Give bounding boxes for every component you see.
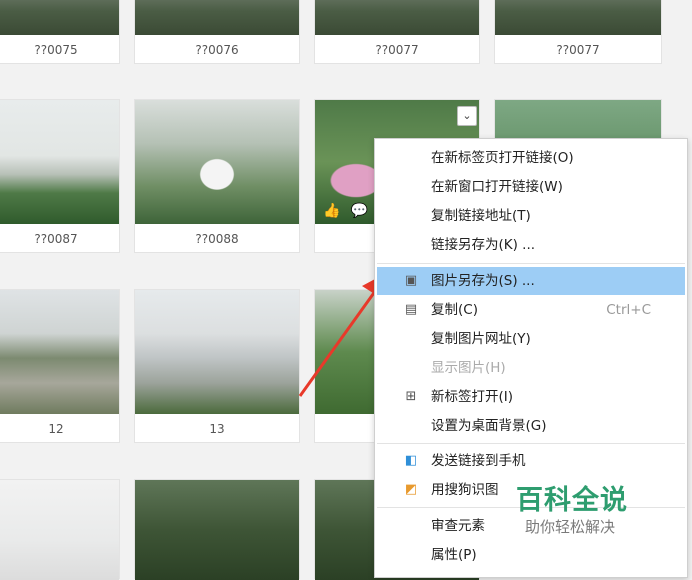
thumbnail-image[interactable] <box>135 290 299 414</box>
menu-item-label: 在新标签页打开链接(O) <box>431 150 574 166</box>
thumbnail-card[interactable]: ??0087 <box>0 99 120 253</box>
menu-item-save-image-as[interactable]: ▣ 图片另存为(S) ... <box>377 267 685 295</box>
menu-item-send-to-phone[interactable]: ◧ 发送链接到手机 <box>377 447 685 475</box>
menu-item-open-new-tab[interactable]: 在新标签页打开链接(O) <box>377 144 685 172</box>
menu-item-label: 图片另存为(S) ... <box>431 273 535 289</box>
menu-item-label: 设置为桌面背景(G) <box>431 418 547 434</box>
menu-item-copy-link[interactable]: 复制链接地址(T) <box>377 202 685 230</box>
thumbnail-image[interactable] <box>0 0 119 35</box>
menu-item-properties[interactable]: 属性(P) <box>377 541 685 569</box>
thumbnail-image[interactable] <box>495 0 661 35</box>
menu-item-label: 属性(P) <box>431 547 477 563</box>
copy-icon: ▤ <box>404 302 418 317</box>
new-tab-icon: ⊞ <box>405 389 417 404</box>
menu-item-label: 链接另存为(K) ... <box>431 237 536 253</box>
chevron-down-icon[interactable]: ⌄ <box>457 106 477 126</box>
menu-item-label: 新标签打开(I) <box>431 389 514 405</box>
menu-item-save-link-as[interactable]: 链接另存为(K) ... <box>377 231 685 259</box>
thumbnail-card[interactable]: ??0077 <box>494 0 662 64</box>
save-image-icon: ▣ <box>404 273 418 288</box>
thumbnail-image[interactable] <box>135 480 299 580</box>
like-icon[interactable]: 👍 <box>323 203 340 219</box>
thumbnail-caption: ??0076 <box>195 43 239 57</box>
menu-item-label: 复制链接地址(T) <box>431 208 531 224</box>
menu-item-open-new-window[interactable]: 在新窗口打开链接(W) <box>377 173 685 201</box>
thumbnail-caption: 13 <box>209 422 225 436</box>
menu-item-label: 复制图片网址(Y) <box>431 331 531 347</box>
thumbnail-image[interactable] <box>0 480 119 580</box>
comment-icon[interactable]: 💬 <box>350 203 367 219</box>
thumbnail-card[interactable]: 13 <box>134 289 300 443</box>
menu-item-copy-image-url[interactable]: 复制图片网址(Y) <box>377 325 685 353</box>
menu-item-label: 用搜狗识图 <box>431 482 499 498</box>
thumbnail-card[interactable]: ??0088 <box>134 99 300 253</box>
menu-item-label: 审查元素 <box>431 518 485 534</box>
menu-item-set-wallpaper[interactable]: 设置为桌面背景(G) <box>377 412 685 440</box>
thumbnail-caption: ??0077 <box>556 43 600 57</box>
thumbnail-caption: ??0077 <box>375 43 419 57</box>
phone-icon: ◧ <box>404 453 418 468</box>
thumbnail-card[interactable] <box>134 479 300 580</box>
menu-item-label: 在新窗口打开链接(W) <box>431 179 563 195</box>
thumbnail-image[interactable] <box>315 0 479 35</box>
thumbnail-caption: ??0088 <box>195 232 239 246</box>
thumbnail-image[interactable] <box>0 290 119 414</box>
watermark-subtitle: 助你轻松解决 <box>525 518 616 536</box>
hover-toolbar: 👍 💬 <box>315 198 383 224</box>
thumbnail-caption: ??0075 <box>34 43 78 57</box>
menu-item-label: 显示图片(H) <box>431 360 506 376</box>
menu-item-show-image: 显示图片(H) <box>377 354 685 382</box>
thumbnail-image[interactable] <box>135 0 299 35</box>
shortcut-label: Ctrl+C <box>606 302 651 318</box>
thumbnail-card[interactable]: ??0077 <box>314 0 480 64</box>
menu-item-label: 发送链接到手机 <box>431 453 526 469</box>
thumbnail-card[interactable]: 12 <box>0 289 120 443</box>
menu-item-label: 复制(C) <box>431 302 478 318</box>
watermark-title: 百科全说 <box>516 485 628 516</box>
thumbnail-caption: 12 <box>48 422 64 436</box>
thumbnail-image[interactable] <box>0 100 119 224</box>
thumbnail-card[interactable]: ??0075 <box>0 0 120 64</box>
menu-separator <box>377 263 685 264</box>
thumbnail-image[interactable] <box>135 100 299 224</box>
sogou-icon: ◩ <box>404 482 418 497</box>
thumbnail-card[interactable]: ??0076 <box>134 0 300 64</box>
thumbnail-caption: ??0087 <box>34 232 78 246</box>
menu-item-copy[interactable]: ▤ 复制(C) Ctrl+C <box>377 296 685 324</box>
menu-item-open-in-new-tab[interactable]: ⊞ 新标签打开(I) <box>377 383 685 411</box>
menu-separator <box>377 443 685 444</box>
thumbnail-card[interactable] <box>0 479 120 580</box>
